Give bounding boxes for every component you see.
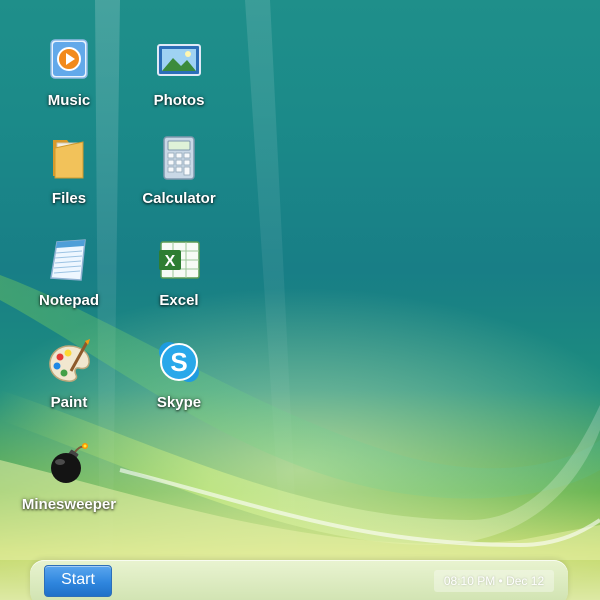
taskbar-clock: 08:10 PM • Dec 12 [434, 570, 554, 592]
desktop-icon-label: Photos [153, 92, 205, 109]
desktop-icon-label: Excel [159, 292, 199, 309]
desktop-icon-label: Minesweeper [21, 496, 117, 513]
music-player-icon [50, 39, 88, 79]
desktop: Music Photos Files Calculator Notepad X … [0, 0, 600, 600]
taskbar: Start 08:10 PM • Dec 12 [30, 560, 568, 600]
desktop-icon-music[interactable]: Music [14, 36, 124, 132]
desktop-icon-calculator[interactable]: Calculator [124, 134, 234, 230]
folder-icon [53, 140, 84, 179]
desktop-icon-paint[interactable]: Paint [14, 338, 124, 434]
svg-text:S: S [170, 347, 187, 377]
desktop-icon-label: Calculator [142, 190, 216, 207]
desktop-icon-label: Skype [156, 394, 202, 411]
start-button[interactable]: Start [44, 565, 112, 597]
bomb-icon [51, 443, 88, 483]
desktop-icon-label: Notepad [39, 292, 99, 309]
skype-icon: S [159, 342, 199, 382]
desktop-icon-skype[interactable]: S Skype [124, 338, 234, 434]
desktop-icon-excel[interactable]: X Excel [124, 236, 234, 332]
desktop-icon-photos[interactable]: Photos [124, 36, 234, 132]
calculator-icon [163, 136, 195, 180]
excel-icon: X [159, 241, 200, 279]
svg-text:X: X [165, 253, 176, 270]
desktop-icon-minesweeper[interactable]: Minesweeper [14, 440, 124, 536]
desktop-icon-label: Music [47, 92, 91, 109]
desktop-icon-label: Files [51, 190, 87, 207]
paint-palette-icon [49, 339, 90, 382]
notepad-icon [50, 239, 86, 281]
desktop-icon-label: Paint [50, 394, 88, 411]
desktop-icon-files[interactable]: Files [14, 134, 124, 230]
desktop-icon-notepad[interactable]: Notepad [14, 236, 124, 332]
photos-icon [157, 44, 201, 76]
